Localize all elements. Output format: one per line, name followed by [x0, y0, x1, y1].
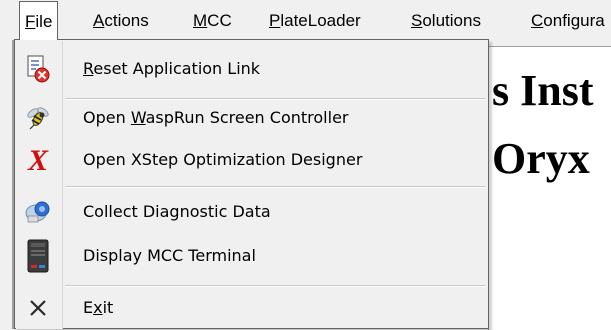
content-panel: s Inst Oryx	[488, 46, 611, 330]
menu-file-rest: ile	[35, 12, 53, 31]
menu-item-label: Display MCC Terminal	[83, 237, 256, 275]
label-part: aspRun Screen Controller	[145, 108, 349, 127]
xstep-icon: X	[22, 144, 54, 176]
label-mnemonic: R	[83, 59, 94, 78]
menu-solutions-mnemonic: S	[411, 11, 423, 30]
menu-solutions[interactable]: Solutions	[411, 0, 481, 40]
label-part: Collect Diagnostic Data	[83, 202, 271, 221]
label-mnemonic: W	[130, 108, 146, 127]
reset-link-icon	[22, 53, 54, 85]
menu-bar: File Actions MCC PlateLoader Solutions C…	[0, 0, 611, 40]
svg-text:X: X	[27, 146, 49, 174]
menu-plateloader-rest: lateLoader	[280, 11, 361, 30]
menu-configuration-rest: onfigura	[543, 11, 605, 30]
menu-file[interactable]: File	[19, 1, 59, 40]
menu-actions[interactable]: Actions	[93, 0, 149, 40]
menu-separator	[65, 285, 485, 287]
menu-item-label: Exit	[83, 289, 113, 327]
menu-file-mnemonic: F	[25, 12, 36, 31]
exit-icon	[22, 292, 54, 324]
menu-item-exit[interactable]: Exit	[16, 289, 488, 327]
menu-item-open-wasprun[interactable]: Open WaspRun Screen Controller	[16, 99, 488, 137]
heading-line-2: Oryx	[492, 134, 590, 183]
menu-mcc[interactable]: MCC	[193, 0, 232, 40]
menu-separator	[65, 186, 485, 188]
wasprun-icon	[22, 102, 54, 134]
menu-configuration[interactable]: Configura	[531, 0, 605, 40]
menu-plateloader-mnemonic: P	[269, 11, 281, 30]
menu-item-label: Open XStep Optimization Designer	[83, 141, 362, 179]
menu-item-collect-diagnostic[interactable]: Collect Diagnostic Data	[16, 193, 488, 231]
terminal-icon	[22, 239, 54, 273]
menu-mcc-rest: CC	[207, 11, 232, 30]
label-part: Display MCC Terminal	[83, 246, 256, 265]
menu-item-reset-application-link[interactable]: Reset Application Link	[16, 50, 488, 88]
menu-item-label: Collect Diagnostic Data	[83, 193, 271, 231]
label-part: Open XStep Optimization Designer	[83, 150, 363, 169]
label-part: Open	[83, 108, 131, 127]
label-mnemonic: x	[93, 298, 103, 317]
file-menu-dropdown: Reset Application Link Open WaspRun Scre…	[14, 39, 489, 329]
menu-actions-rest: ctions	[104, 11, 149, 30]
diagnostic-icon	[22, 196, 54, 228]
label-part: E	[83, 298, 94, 317]
menu-item-open-xstep[interactable]: X Open XStep Optimization Designer	[16, 141, 488, 179]
menu-item-display-mcc-terminal[interactable]: Display MCC Terminal	[16, 237, 488, 275]
menu-item-label: Open WaspRun Screen Controller	[83, 99, 348, 137]
menu-plateloader[interactable]: PlateLoader	[269, 0, 361, 40]
label-part: eset Application Link	[93, 59, 261, 78]
menu-mcc-mnemonic: M	[193, 11, 208, 30]
heading-line-1: s Inst	[492, 66, 594, 115]
menu-actions-mnemonic: A	[93, 11, 105, 30]
menu-configuration-mnemonic: C	[531, 11, 544, 30]
menu-solutions-rest: olutions	[422, 11, 481, 30]
label-part: it	[102, 298, 114, 317]
menu-item-label: Reset Application Link	[83, 50, 260, 88]
